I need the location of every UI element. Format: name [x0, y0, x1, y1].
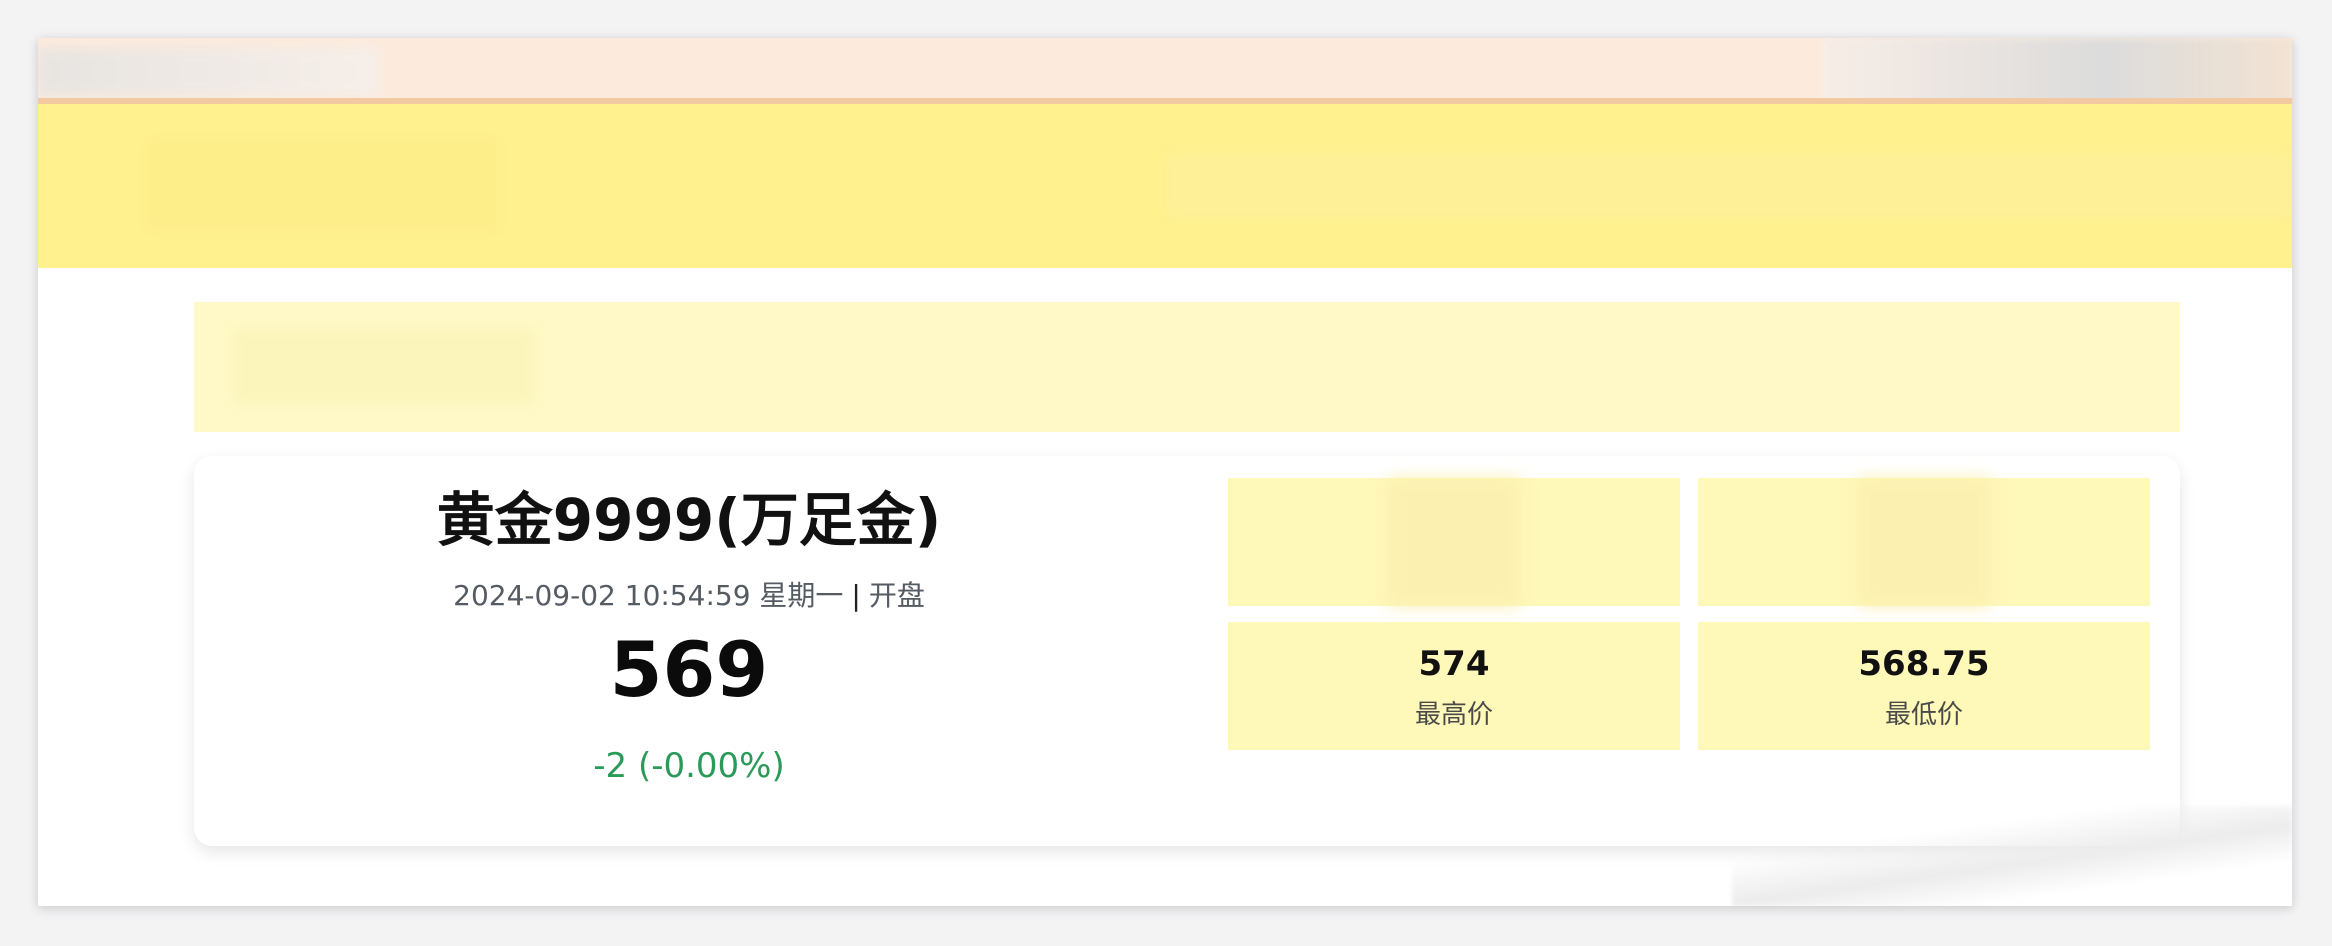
- redacted-area: [234, 330, 534, 402]
- stat-tile: [1698, 478, 2150, 606]
- meta-separator: |: [851, 579, 861, 612]
- redacted-area: [1388, 478, 1520, 606]
- notice-banner: [194, 302, 2180, 432]
- site-logo[interactable]: [148, 140, 498, 230]
- redacted-area: [38, 48, 378, 96]
- price-change: -2 (-0.00%): [593, 746, 785, 786]
- low-price-value: 568.75: [1858, 644, 1990, 684]
- quote-card: 黄金9999(万足金) 2024-09-02 10:54:59 星期一 | 开盘 5…: [194, 456, 2180, 846]
- stat-tile-high: 574 最高价: [1228, 622, 1680, 750]
- page-frame: 黄金9999(万足金) 2024-09-02 10:54:59 星期一 | 开盘 5…: [38, 38, 2292, 906]
- redacted-area: [1822, 38, 2292, 104]
- stat-tile-low: 568.75 最低价: [1698, 622, 2150, 750]
- browser-top-strip: [38, 38, 2292, 104]
- high-price-label: 最高价: [1414, 700, 1493, 730]
- site-header: [38, 104, 2292, 268]
- redacted-area: [1858, 478, 1990, 606]
- site-nav[interactable]: [1166, 154, 2292, 218]
- quote-summary: 黄金9999(万足金) 2024-09-02 10:54:59 星期一 | 开盘 5…: [194, 456, 1184, 846]
- stats-grid: 574 最高价 568.75 最低价: [1228, 478, 2150, 750]
- product-title: 黄金9999(万足金): [436, 486, 942, 554]
- quote-timestamp: 2024-09-02 10:54:59 星期一: [453, 579, 844, 612]
- high-price-value: 574: [1418, 644, 1490, 684]
- low-price-label: 最低价: [1884, 700, 1963, 730]
- current-price: 569: [609, 625, 769, 714]
- stat-tile: [1228, 478, 1680, 606]
- torn-edge-decoration: [1732, 806, 2292, 906]
- quote-meta: 2024-09-02 10:54:59 星期一 | 开盘: [194, 574, 1184, 614]
- market-status: 开盘: [868, 579, 925, 612]
